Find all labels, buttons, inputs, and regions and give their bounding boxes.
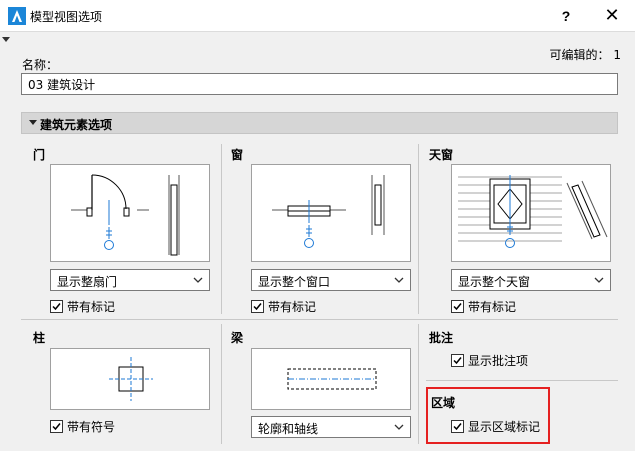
beam-preview xyxy=(251,348,411,410)
chevron-down-icon xyxy=(394,277,404,283)
checkbox-box[interactable] xyxy=(451,354,464,367)
skylight-preview xyxy=(451,164,611,262)
help-button[interactable]: ? xyxy=(543,0,589,31)
door-display-value: 显示整扇门 xyxy=(57,275,118,289)
window-title: 模型视图选项 xyxy=(30,10,103,24)
checkmark-icon xyxy=(453,303,462,311)
door-preview xyxy=(50,164,210,262)
window-with-marker-checkbox[interactable]: 带有标记 xyxy=(251,298,316,315)
column-symbol-icon xyxy=(109,357,153,401)
show-zone-marker-checkbox[interactable]: 显示区域标记 xyxy=(451,418,540,435)
chevron-down-icon xyxy=(594,277,604,283)
checkbox-label: 带有标记 xyxy=(67,300,116,314)
corner-arrow-icon[interactable] xyxy=(2,37,10,42)
checkbox-label: 带有标记 xyxy=(468,300,517,314)
editable-count: 可编辑的： 1 xyxy=(549,48,621,62)
window-preview xyxy=(251,164,411,262)
column-with-symbol-checkbox[interactable]: 带有符号 xyxy=(50,418,115,435)
skylight-group-title: 天窗 xyxy=(429,148,454,162)
name-input[interactable] xyxy=(21,73,618,95)
name-label: 名称： xyxy=(22,58,59,72)
checkmark-icon xyxy=(453,423,462,431)
checkmark-icon xyxy=(453,357,462,365)
column-preview xyxy=(50,348,210,410)
door-symbol-icon xyxy=(71,174,180,256)
skylight-display-dropdown[interactable]: 显示整个天窗 xyxy=(451,269,611,291)
archicad-app-icon xyxy=(8,7,26,25)
chevron-down-icon xyxy=(193,277,203,283)
beam-display-dropdown[interactable]: 轮廓和轴线 xyxy=(251,416,411,438)
door-display-dropdown[interactable]: 显示整扇门 xyxy=(50,269,210,291)
title-bar: 模型视图选项 ? ✕ xyxy=(0,0,635,32)
skylight-display-value: 显示整个天窗 xyxy=(458,275,531,289)
column-group-title: 柱 xyxy=(33,331,46,345)
annotation-group-title: 批注 xyxy=(429,331,454,345)
checkbox-label: 带有标记 xyxy=(268,300,317,314)
beam-group-title: 梁 xyxy=(231,331,244,345)
checkbox-box[interactable] xyxy=(50,420,63,433)
window-display-value: 显示整个窗口 xyxy=(258,275,331,289)
checkmark-icon xyxy=(253,303,262,311)
divider xyxy=(418,324,419,444)
window-symbol-icon xyxy=(272,175,385,248)
close-button[interactable]: ✕ xyxy=(589,0,635,31)
checkmark-icon xyxy=(52,303,61,311)
divider xyxy=(418,144,419,314)
section-title: 建筑元素选项 xyxy=(40,118,113,132)
window-group-title: 窗 xyxy=(231,148,244,162)
checkbox-label: 显示区域标记 xyxy=(468,420,541,434)
beam-display-value: 轮廓和轴线 xyxy=(258,422,319,436)
window-display-dropdown[interactable]: 显示整个窗口 xyxy=(251,269,411,291)
checkbox-box[interactable] xyxy=(50,300,63,313)
divider xyxy=(221,144,222,314)
show-annotation-checkbox[interactable]: 显示批注项 xyxy=(451,352,528,369)
section-header-building-elements[interactable]: 建筑元素选项 xyxy=(21,112,618,134)
checkmark-icon xyxy=(52,423,61,431)
divider xyxy=(21,319,618,320)
checkbox-box[interactable] xyxy=(251,300,264,313)
chevron-down-icon xyxy=(394,424,404,430)
skylight-with-marker-checkbox[interactable]: 带有标记 xyxy=(451,298,516,315)
door-group-title: 门 xyxy=(33,148,46,162)
checkbox-box[interactable] xyxy=(451,420,464,433)
beam-symbol-icon xyxy=(287,368,377,390)
collapse-arrow-icon[interactable] xyxy=(29,120,37,125)
zone-group-title: 区域 xyxy=(431,396,456,410)
checkbox-label: 带有符号 xyxy=(67,420,116,434)
checkbox-box[interactable] xyxy=(451,300,464,313)
skylight-symbol-icon xyxy=(458,175,608,248)
checkbox-label: 显示批注项 xyxy=(468,354,529,368)
door-with-marker-checkbox[interactable]: 带有标记 xyxy=(50,298,115,315)
divider xyxy=(426,380,618,381)
divider xyxy=(221,324,222,444)
